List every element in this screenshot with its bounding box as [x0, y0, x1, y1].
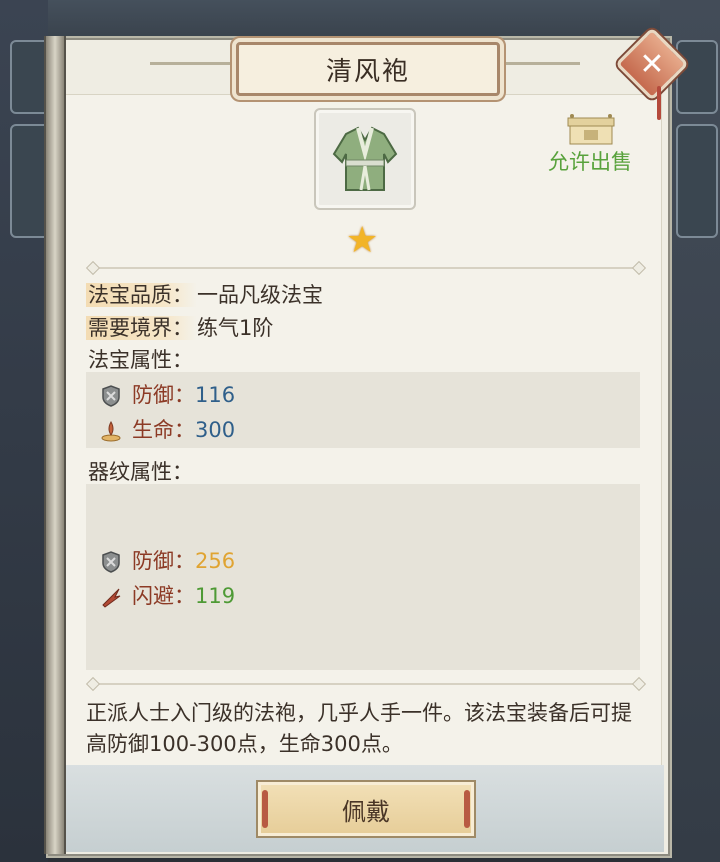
background-tile: [676, 40, 718, 114]
wear-button-label: 佩戴: [342, 797, 390, 826]
item-icon-frame: [314, 108, 416, 210]
divider-top: [92, 267, 640, 269]
stat-label: 生命：: [132, 418, 195, 442]
quality-label: 法宝品质：: [86, 283, 197, 307]
tassel-decoration: [657, 86, 661, 120]
stat-row-defense: 防御：116: [100, 379, 235, 409]
divider-bottom: [92, 683, 640, 685]
shield-icon: [102, 385, 120, 407]
robe-icon: [332, 126, 398, 191]
close-icon[interactable]: ✕: [632, 44, 672, 84]
stat-value: 116: [195, 383, 236, 407]
inscription-box: [86, 484, 640, 670]
realm-row: 需要境界： 练气1阶: [86, 312, 273, 342]
dodge-icon: [102, 588, 121, 608]
shop-stall-icon: [567, 114, 615, 145]
item-name: 清风袍: [325, 56, 410, 87]
life-flame-icon: [101, 420, 121, 442]
attributes-title: 法宝属性：: [88, 348, 193, 372]
wear-button[interactable]: 佩戴: [256, 780, 476, 838]
realm-value: 练气1阶: [197, 316, 274, 340]
title-plaque: 清风袍: [236, 42, 500, 96]
inscription-row-defense: 防御：256: [100, 545, 235, 575]
allow-sale-label: 允许出售: [548, 150, 632, 174]
stat-row-life: 生命：300: [100, 414, 235, 444]
quality-value: 一品凡级法宝: [197, 283, 323, 307]
stat-value: 119: [195, 584, 236, 608]
background-header: [0, 0, 720, 40]
shield-icon: [102, 551, 120, 573]
stat-value: 256: [195, 549, 236, 573]
star-rating-icon: ★: [346, 220, 379, 261]
stat-value: 300: [195, 418, 236, 442]
inscription-title: 器纹属性：: [88, 460, 193, 484]
realm-label: 需要境界：: [86, 316, 197, 340]
background-tile: [676, 124, 718, 238]
scroll-rod-left: [44, 36, 66, 854]
inscription-row-dodge: 闪避：119: [100, 580, 235, 610]
stat-label: 防御：: [132, 549, 195, 573]
quality-row: 法宝品质： 一品凡级法宝: [86, 279, 323, 309]
item-description: 正派人士入门级的法袍，几乎人手一件。该法宝装备后可提高防御100-300点，生命…: [86, 701, 632, 756]
stat-label: 闪避：: [132, 584, 195, 608]
stat-label: 防御：: [132, 383, 195, 407]
